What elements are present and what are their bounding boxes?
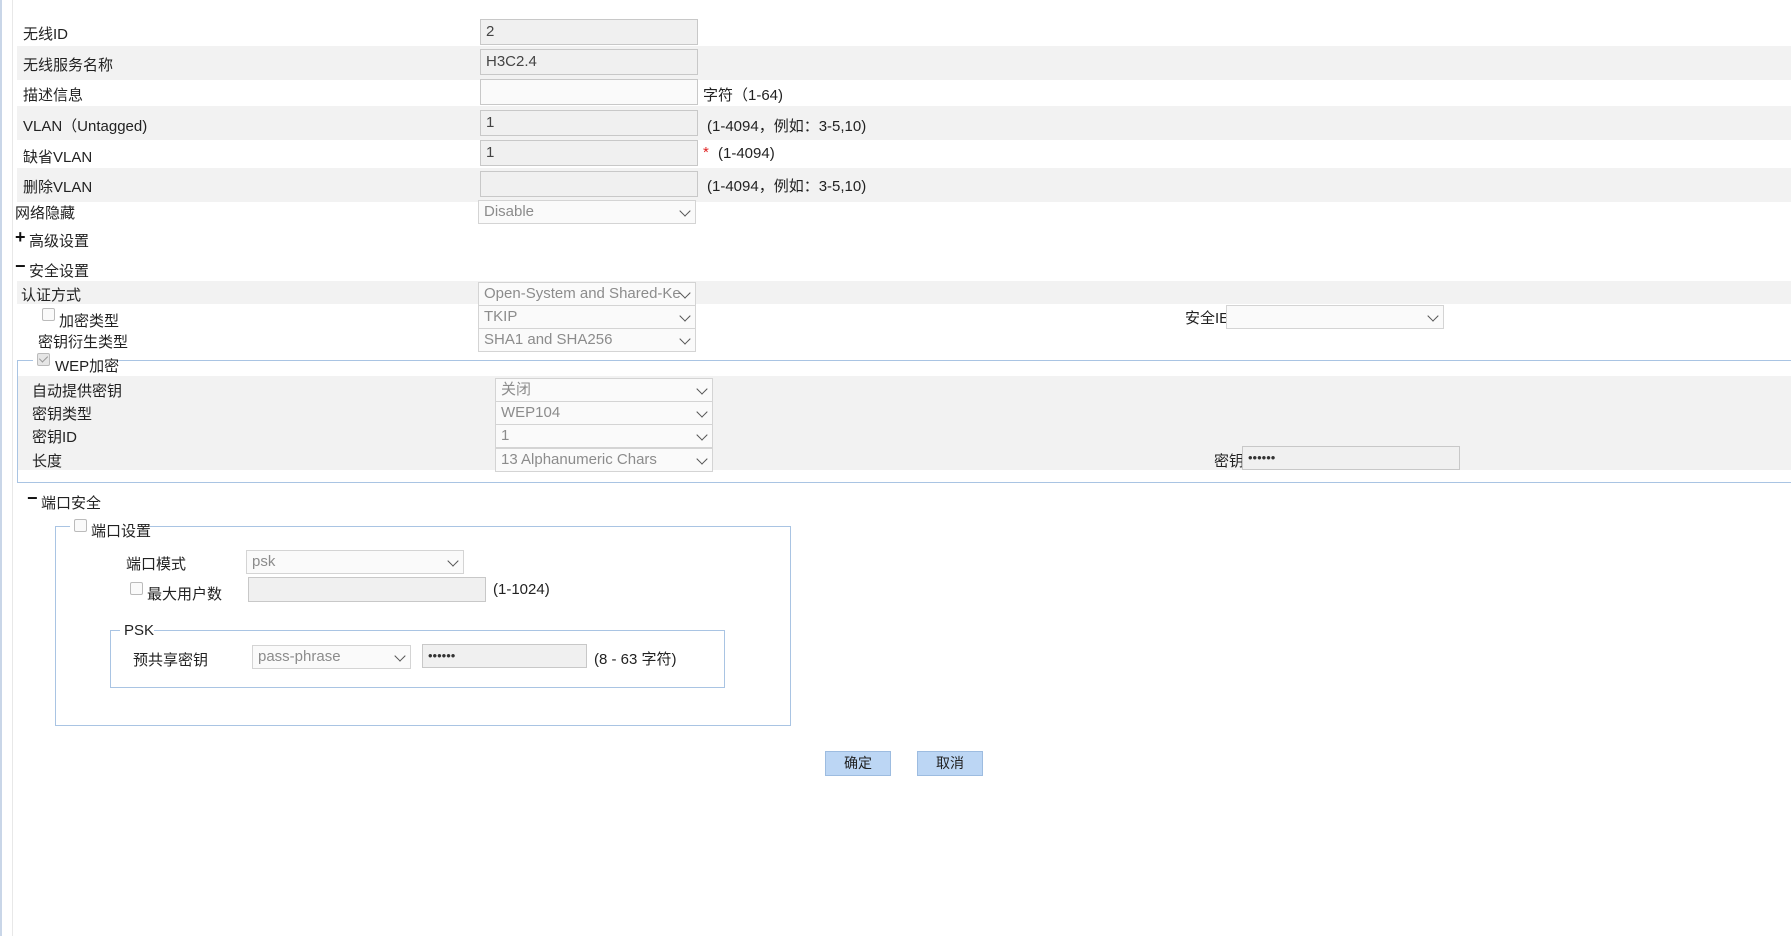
default-vlan-input[interactable]: 1 bbox=[480, 140, 698, 166]
encryption-type-value: TKIP bbox=[484, 308, 518, 325]
key-id-value: 1 bbox=[501, 427, 510, 444]
port-mode-value: psk bbox=[252, 553, 276, 570]
auto-key-value: 关闭 bbox=[501, 381, 532, 398]
key-id-label: 密钥ID bbox=[32, 429, 78, 446]
security-ie-label: 安全IE bbox=[1185, 310, 1230, 327]
ssid-input[interactable]: H3C2.4 bbox=[480, 49, 698, 75]
chevron-down-icon bbox=[696, 406, 708, 418]
advanced-settings-label[interactable]: 高级设置 bbox=[29, 230, 89, 251]
row-description: 描述信息 字符（1-64) bbox=[17, 76, 1791, 110]
key-id-select[interactable]: 1 bbox=[495, 424, 713, 448]
security-ie-select[interactable] bbox=[1226, 305, 1444, 329]
auto-key-label: 自动提供密钥 bbox=[32, 383, 123, 400]
delete-vlan-label: 删除VLAN bbox=[23, 179, 93, 196]
collapse-icon[interactable]: − bbox=[27, 489, 38, 507]
psk-hint: (8 - 63 字符) bbox=[594, 651, 677, 668]
ssid-label: 无线服务名称 bbox=[23, 57, 114, 74]
default-vlan-label: 缺省VLAN bbox=[23, 149, 93, 166]
psk-type-value: pass-phrase bbox=[258, 648, 341, 665]
length-select[interactable]: 13 Alphanumeric Chars bbox=[495, 448, 713, 472]
auth-method-select[interactable]: Open-System and Shared-Ke bbox=[478, 282, 696, 306]
chevron-down-icon bbox=[696, 453, 708, 465]
row-auth-method bbox=[17, 281, 1791, 304]
wep-legend-label: WEP加密 bbox=[55, 358, 120, 375]
description-input[interactable] bbox=[480, 79, 698, 105]
max-users-checkbox[interactable] bbox=[130, 582, 143, 595]
expand-icon[interactable]: + bbox=[15, 228, 26, 246]
key-derivation-select[interactable]: SHA1 and SHA256 bbox=[478, 328, 696, 352]
key-derivation-value: SHA1 and SHA256 bbox=[484, 331, 613, 348]
key-derivation-label: 密钥衍生类型 bbox=[38, 334, 129, 351]
vlan-untagged-input[interactable]: 1 bbox=[480, 110, 698, 136]
port-mode-select[interactable]: psk bbox=[246, 550, 464, 574]
collapse-icon[interactable]: − bbox=[15, 257, 26, 275]
key-type-value: WEP104 bbox=[501, 404, 561, 421]
wep-key-input[interactable]: •••••• bbox=[1242, 446, 1460, 470]
delete-vlan-input[interactable] bbox=[480, 171, 698, 197]
psk-legend-label: PSK bbox=[124, 622, 155, 639]
chevron-down-icon bbox=[394, 650, 406, 662]
delete-vlan-hint: (1-4094，例如：3-5,10) bbox=[707, 178, 867, 195]
wep-body bbox=[18, 376, 1791, 470]
default-vlan-hint: (1-4094) bbox=[718, 145, 775, 162]
row-delete-vlan: 删除VLAN (1-4094，例如：3-5,10) bbox=[17, 168, 1791, 202]
left-frame-border bbox=[0, 0, 2, 936]
psk-label: 预共享密钥 bbox=[133, 652, 209, 669]
key-type-select[interactable]: WEP104 bbox=[495, 401, 713, 425]
auth-method-value: Open-System and Shared-Ke bbox=[484, 285, 681, 302]
port-mode-label: 端口模式 bbox=[126, 556, 187, 573]
chevron-down-icon bbox=[447, 555, 459, 567]
row-wireless-id: 无线ID 2 bbox=[17, 16, 1791, 50]
chevron-down-icon bbox=[679, 287, 691, 299]
chevron-down-icon bbox=[679, 310, 691, 322]
chevron-down-icon bbox=[679, 205, 691, 217]
row-default-vlan: 缺省VLAN 1 * (1-4094) bbox=[17, 137, 1791, 171]
vlan-untagged-hint: (1-4094，例如：3-5,10) bbox=[707, 118, 867, 135]
length-value: 13 Alphanumeric Chars bbox=[501, 451, 657, 468]
max-users-label: 最大用户数 bbox=[147, 586, 223, 603]
security-settings-label[interactable]: 安全设置 bbox=[29, 260, 89, 281]
psk-key-input[interactable]: •••••• bbox=[422, 644, 587, 668]
max-users-hint: (1-1024) bbox=[493, 581, 550, 598]
encryption-type-checkbox[interactable] bbox=[42, 308, 55, 321]
description-label: 描述信息 bbox=[23, 87, 84, 104]
max-users-input[interactable] bbox=[248, 577, 486, 602]
cancel-button[interactable]: 取消 bbox=[917, 751, 983, 776]
encryption-type-label: 加密类型 bbox=[59, 313, 120, 330]
auto-key-select[interactable]: 关闭 bbox=[495, 378, 713, 402]
network-hide-value: Disable bbox=[484, 203, 535, 220]
psk-type-select[interactable]: pass-phrase bbox=[252, 645, 411, 669]
port-security-label[interactable]: 端口安全 bbox=[41, 492, 101, 513]
wireless-id-input[interactable]: 2 bbox=[480, 19, 698, 45]
left-frame-divider bbox=[12, 0, 13, 936]
wireless-id-label: 无线ID bbox=[23, 26, 69, 43]
chevron-down-icon bbox=[696, 429, 708, 441]
key-type-label: 密钥类型 bbox=[32, 406, 93, 423]
required-mark: * bbox=[703, 144, 709, 161]
description-hint: 字符（1-64) bbox=[703, 87, 784, 104]
row-vlan-untagged: VLAN（Untagged) 1 (1-4094，例如：3-5,10) bbox=[17, 106, 1791, 140]
port-settings-checkbox[interactable] bbox=[74, 519, 87, 532]
wep-checkbox[interactable] bbox=[37, 353, 50, 366]
encryption-type-select[interactable]: TKIP bbox=[478, 305, 696, 329]
network-hide-select[interactable]: Disable bbox=[478, 200, 696, 224]
network-hide-label: 网络隐藏 bbox=[15, 205, 76, 222]
chevron-down-icon bbox=[696, 383, 708, 395]
ok-button[interactable]: 确定 bbox=[825, 751, 891, 776]
row-ssid: 无线服务名称 H3C2.4 bbox=[17, 46, 1791, 80]
vlan-untagged-label: VLAN（Untagged) bbox=[23, 118, 148, 135]
chevron-down-icon bbox=[1427, 310, 1439, 322]
length-label: 长度 bbox=[32, 453, 63, 470]
wep-key-label: 密钥 bbox=[1214, 453, 1245, 470]
port-settings-legend-label: 端口设置 bbox=[91, 523, 152, 540]
chevron-down-icon bbox=[679, 333, 691, 345]
auth-method-label: 认证方式 bbox=[21, 287, 82, 304]
